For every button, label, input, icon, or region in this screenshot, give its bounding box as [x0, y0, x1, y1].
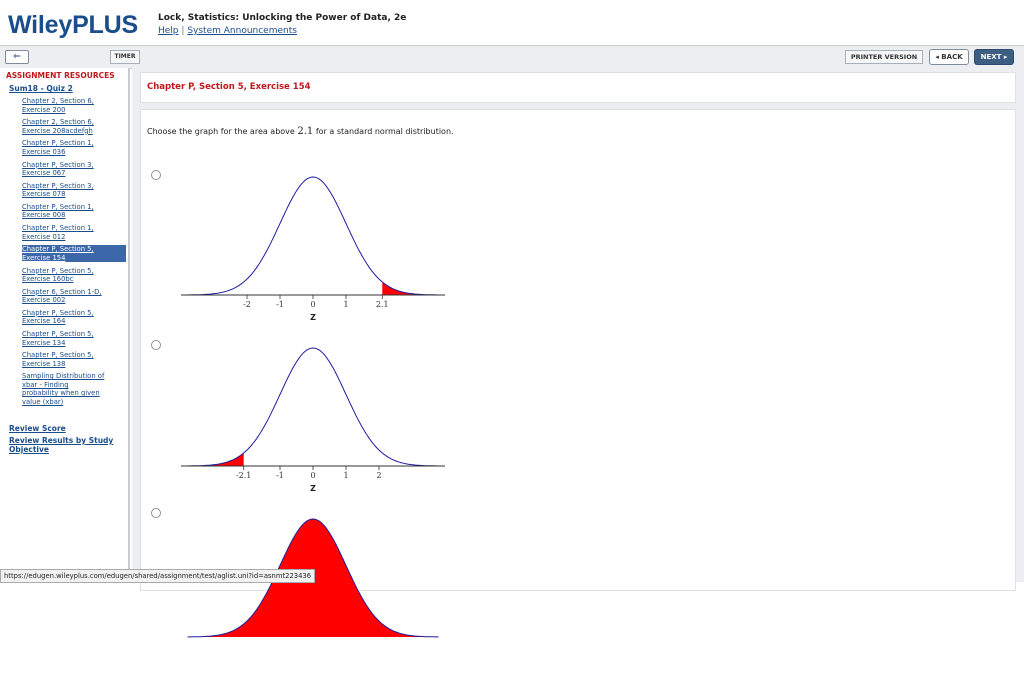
x-axis-label: Z [310, 484, 316, 493]
answer-option-1-graph: -2 -1 0 1 2.1 Z [181, 176, 445, 322]
main-content: Chapter P, Section 5, Exercise 154 Choos… [132, 68, 1024, 638]
exercise-link[interactable]: Chapter P, Section 5, Exercise 164 [22, 309, 126, 330]
exercise-link[interactable]: Chapter P, Section 5, Exercise 134 [22, 330, 126, 351]
exercise-link-line: Chapter P, Section 3, [22, 181, 94, 190]
question-prefix: Choose the graph for the area above [147, 127, 298, 136]
exercise-link[interactable]: Chapter P, Section 1, Exercise 012 [22, 224, 126, 245]
normal-curve [187, 176, 439, 296]
wileyplus-logo[interactable]: WileyPLUS [8, 11, 138, 40]
answer-option-2-radio[interactable] [151, 340, 161, 350]
review-results-link[interactable]: Review Results by Study Objective [9, 436, 125, 454]
question-suffix: for a standard normal distribution. [313, 127, 454, 136]
exercise-link-line: Chapter 2, Section 6, [22, 118, 94, 127]
exercise-link-line: Exercise 008 [22, 211, 66, 220]
exercise-link-line: Exercise 067 [22, 169, 66, 178]
course-title: Lock, Statistics: Unlocking the Power of… [158, 13, 407, 23]
exercise-link-line: Chapter 6, Section 1-D, [22, 287, 102, 296]
exercise-link-line: Chapter P, Section 1, [22, 202, 94, 211]
exercise-link-line: Chapter P, Section 5, [22, 351, 94, 360]
exercise-link-line: probability when given [22, 389, 100, 398]
exercise-link-line: Exercise 154 [22, 253, 66, 262]
answer-option-2-graph: -2.1 -1 0 1 2 Z [181, 347, 445, 493]
exercise-link-line: Chapter P, Section 5, [22, 245, 94, 254]
exercise-title: Chapter P, Section 5, Exercise 154 [147, 82, 311, 92]
exercise-link[interactable]: Chapter P, Section 1, Exercise 008 [22, 203, 126, 224]
review-score-link[interactable]: Review Score [9, 424, 125, 433]
exercise-link[interactable]: Chapter 2, Section 6, Exercise 200 [22, 97, 126, 118]
exercise-link[interactable]: Chapter P, Section 3, Exercise 078 [22, 182, 126, 203]
status-bar-url: https://edugen.wileyplus.com/edugen/shar… [0, 569, 316, 583]
toolbar: ⇐ TIMER PRINTER VERSION ◂ BACK NEXT ▸ [0, 45, 1024, 69]
exercise-link-line: Exercise 138 [22, 359, 66, 368]
exercise-link[interactable]: Chapter P, Section 3, Exercise 067 [22, 161, 126, 182]
question-panel: Choose the graph for the area above 2.1 … [140, 109, 1016, 638]
exercise-link-line: Chapter P, Section 5, [22, 266, 94, 275]
exercise-link-selected[interactable]: Chapter P, Section 5, Exercise 154 [22, 245, 126, 263]
next-button[interactable]: NEXT ▸ [974, 49, 1014, 65]
review-links: Review Score Review Results by Study Obje… [9, 424, 125, 457]
printer-version-button[interactable]: PRINTER VERSION [845, 50, 923, 64]
review-results-line: Review Results by Study [9, 436, 114, 445]
exercise-link-line: Chapter 2, Section 6, [22, 97, 94, 105]
assignment-resources-sidebar: ASSIGNMENT RESOURCES Sum18 - Quiz 2 Chap… [0, 68, 130, 582]
exercise-link-line: Exercise 036 [22, 147, 66, 156]
x-tick-label: 2.1 [376, 300, 389, 309]
x-tick-label: -2 [243, 300, 251, 309]
exercise-link[interactable]: Chapter P, Section 5, Exercise 138 [22, 351, 126, 372]
timer-button[interactable]: TIMER [110, 50, 140, 64]
x-tick-label: -1 [276, 300, 284, 309]
exercise-link[interactable]: Chapter P, Section 1, Exercise 036 [22, 139, 126, 160]
link-separator: | [181, 26, 185, 36]
x-tick-label: 1 [343, 300, 348, 309]
exercise-link-line: Exercise 134 [22, 338, 66, 347]
review-results-line: Objective [9, 445, 49, 454]
exercise-link-line: xbar - Finding [22, 380, 69, 389]
x-tick-label: 0 [310, 471, 315, 480]
exercise-link-line: Chapter P, Section 3, [22, 160, 94, 169]
x-tick-label: -1 [276, 471, 284, 480]
header-links: Help | System Announcements [158, 26, 297, 36]
x-tick-label: 0 [310, 300, 315, 309]
exercise-link-line: Exercise 200 [22, 105, 66, 114]
exercise-link-line: Sampling Distribution of [22, 372, 105, 381]
sidebar-heading: ASSIGNMENT RESOURCES [6, 71, 115, 80]
x-axis-label: Z [310, 313, 316, 322]
exercise-link[interactable]: Sampling Distribution of xbar - Finding pr… [22, 372, 126, 408]
answer-option-3-radio[interactable] [151, 508, 161, 518]
question-text: Choose the graph for the area above 2.1 … [147, 126, 454, 137]
exercise-link-line: Chapter P, Section 1, [22, 224, 94, 233]
exercise-link[interactable]: Chapter 6, Section 1-D, Exercise 002 [22, 288, 126, 309]
back-button[interactable]: ◂ BACK [929, 49, 969, 65]
exercise-link-line: Exercise 078 [22, 190, 66, 199]
exercise-link-line: Exercise 164 [22, 317, 66, 326]
answer-option-1-radio[interactable] [151, 170, 161, 180]
question-value: 2.1 [297, 126, 314, 137]
exercise-link[interactable]: Chapter P, Section 5, Exercise 160bc [22, 267, 126, 288]
x-tick-label: -2.1 [236, 471, 251, 480]
exercise-link-line: Chapter P, Section 5, [22, 330, 94, 339]
exercise-link-line: Chapter P, Section 5, [22, 308, 94, 317]
exercise-link-line: Chapter P, Section 1, [22, 139, 94, 148]
exercise-link-line: Exercise 002 [22, 296, 66, 305]
header: WileyPLUS Lock, Statistics: Unlocking th… [0, 0, 1024, 44]
x-tick-label: 1 [343, 471, 348, 480]
exercise-link[interactable]: Chapter 2, Section 6, Exercise 208acdefgh [22, 118, 126, 139]
exercise-link-line: value (xbar) [22, 397, 64, 406]
normal-curve [187, 347, 439, 467]
answer-option-3-graph [187, 518, 439, 638]
exercise-link-line: Exercise 012 [22, 232, 66, 241]
exercise-link-line: Exercise 160bc [22, 275, 74, 283]
title-panel: Chapter P, Section 5, Exercise 154 [140, 72, 1016, 103]
collapse-sidebar-icon[interactable]: ⇐ [5, 50, 29, 64]
exercise-link-line: Exercise 208acdefgh [22, 126, 93, 135]
system-announcements-link[interactable]: System Announcements [187, 26, 297, 36]
exercise-list: Chapter 2, Section 6, Exercise 200 Chapte… [22, 97, 126, 408]
assignment-link[interactable]: Sum18 - Quiz 2 [9, 84, 73, 93]
x-tick-label: 2 [376, 471, 381, 480]
help-link[interactable]: Help [158, 26, 179, 36]
